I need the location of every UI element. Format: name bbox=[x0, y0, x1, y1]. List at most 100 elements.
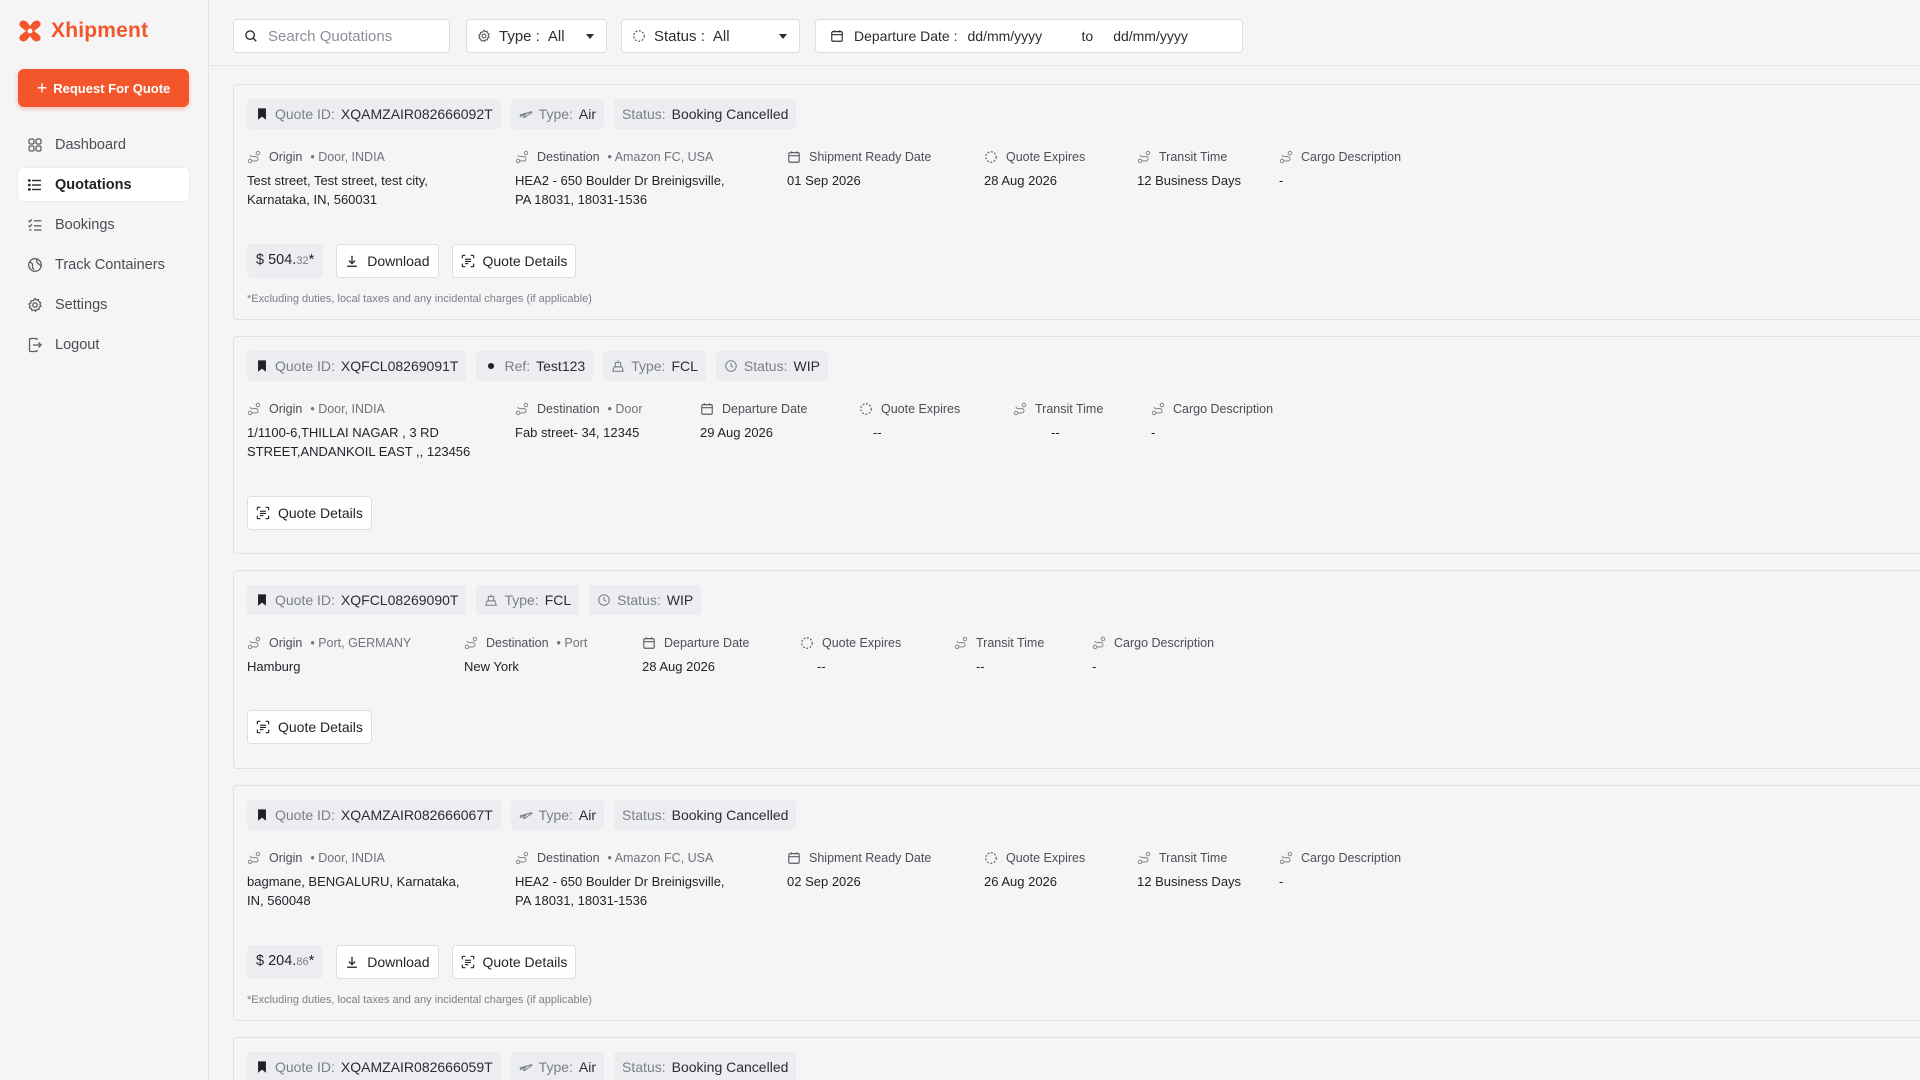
status-filter-label: Status : bbox=[654, 27, 705, 45]
price-asterisk: * bbox=[308, 953, 315, 969]
quote-expires-value: -- bbox=[873, 425, 882, 440]
origin-label: Origin bbox=[269, 402, 303, 416]
clock-icon bbox=[725, 360, 737, 372]
quote-card: Quote ID: XQFCL08269090T Type: FCL Statu… bbox=[233, 570, 1920, 769]
route-icon bbox=[247, 150, 261, 164]
type-label: Type: bbox=[538, 1059, 573, 1075]
date-range-separator: to bbox=[1081, 28, 1094, 44]
type-filter-value: All bbox=[547, 27, 565, 45]
sidebar-item-logout[interactable]: Logout bbox=[18, 328, 189, 361]
brand-logo[interactable]: Xhipment bbox=[17, 18, 148, 44]
status-label: Status: bbox=[622, 1059, 666, 1075]
request-for-quote-button[interactable]: + Request For Quote bbox=[18, 69, 189, 107]
ref-value: Test123 bbox=[536, 358, 586, 374]
cargo-description-field: Cargo Description - bbox=[1279, 850, 1401, 891]
dashed-circle-icon bbox=[985, 151, 997, 163]
transit-time-value: 12 Business Days bbox=[1137, 874, 1242, 889]
dashed-circle-icon bbox=[985, 852, 997, 864]
cargo-description-value: - bbox=[1279, 874, 1284, 889]
departure-date-from-input[interactable]: dd/mm/yyyy bbox=[968, 28, 1068, 44]
plus-icon: + bbox=[36, 78, 48, 98]
destination-subtype: • Door bbox=[607, 402, 643, 416]
type-filter-dropdown[interactable]: Type : All bbox=[466, 19, 607, 53]
quote-details-button[interactable]: Quote Details bbox=[451, 244, 577, 278]
departure-date-value: 29 Aug 2026 bbox=[700, 425, 774, 440]
quote-card: Quote ID: XQAMZAIR082666059T Type: Air S… bbox=[233, 1037, 1920, 1080]
route-icon bbox=[1279, 150, 1293, 164]
destination-subtype: • Port bbox=[556, 636, 588, 650]
shipment-ready-field: Shipment Ready Date 01 Sep 2026 bbox=[787, 149, 931, 190]
cargo-description-value: - bbox=[1279, 173, 1284, 188]
type-label: Type: bbox=[538, 807, 573, 823]
transit-time-label: Transit Time bbox=[1159, 150, 1228, 164]
download-button[interactable]: Download bbox=[336, 945, 439, 979]
destination-address-line: New York bbox=[464, 659, 519, 674]
departure-date-value: 28 Aug 2026 bbox=[642, 659, 716, 674]
quote-card-header: Quote ID: XQFCL08269090T Type: FCL Statu… bbox=[247, 585, 702, 615]
status-filter-dropdown[interactable]: Status : All bbox=[621, 19, 800, 53]
quote-id-value: XQAMZAIR082666092T bbox=[340, 106, 493, 122]
download-icon bbox=[347, 255, 358, 267]
airplane-icon bbox=[519, 1064, 533, 1072]
quote-details-button[interactable]: Quote Details bbox=[247, 496, 372, 530]
sidebar-item-label: Settings bbox=[55, 296, 108, 313]
price-main: $ 504. bbox=[256, 252, 297, 268]
quote-details-label: Quote Details bbox=[482, 954, 568, 970]
status-chip: Status: Booking Cancelled bbox=[614, 800, 797, 830]
transit-time-value: 12 Business Days bbox=[1137, 173, 1242, 188]
sidebar-item-label: Track Containers bbox=[55, 256, 165, 273]
sidebar-item-settings[interactable]: Settings bbox=[18, 288, 189, 321]
type-value: Air bbox=[578, 1059, 597, 1075]
sidebar-item-quotations[interactable]: Quotations bbox=[18, 168, 189, 201]
cargo-description-field: Cargo Description - bbox=[1151, 401, 1273, 442]
quote-id-chip: Quote ID: XQFCL08269091T bbox=[247, 351, 467, 381]
sidebar-item-label: Quotations bbox=[55, 176, 132, 193]
type-chip: Type: Air bbox=[510, 800, 605, 830]
destination-label: Destination bbox=[537, 402, 600, 416]
quote-details-label: Quote Details bbox=[278, 505, 363, 521]
quote-id-label: Quote ID: bbox=[275, 106, 335, 122]
destination-field: Destination • Amazon FC, USA HEA2 - 650 B… bbox=[515, 850, 725, 910]
quote-actions: $ 204. 86 * Download Quote Details bbox=[247, 945, 577, 979]
sidebar-item-bookings[interactable]: Bookings bbox=[18, 208, 189, 241]
status-chip: Status: WIP bbox=[715, 351, 828, 381]
status-chip: Status: WIP bbox=[589, 585, 702, 615]
cargo-description-label: Cargo Description bbox=[1301, 851, 1402, 865]
origin-label: Origin bbox=[269, 150, 303, 164]
sidebar-item-track-containers[interactable]: Track Containers bbox=[18, 248, 189, 281]
quote-expires-field: Quote Expires 26 Aug 2026 bbox=[984, 850, 1085, 891]
origin-field: Origin • Door, INDIA Test street, Test st… bbox=[247, 149, 428, 209]
quote-actions: Quote Details bbox=[247, 710, 372, 744]
destination-field: Destination • Amazon FC, USA HEA2 - 650 B… bbox=[515, 149, 725, 209]
route-icon bbox=[515, 851, 529, 865]
quote-details-button[interactable]: Quote Details bbox=[247, 710, 372, 744]
quote-id-chip: Quote ID: XQAMZAIR082666067T bbox=[247, 800, 501, 830]
quote-expires-label: Quote Expires bbox=[822, 636, 902, 650]
route-icon bbox=[1013, 402, 1027, 416]
status-chip: Status: Booking Cancelled bbox=[614, 1052, 797, 1080]
search-box[interactable] bbox=[233, 19, 450, 53]
quote-id-label: Quote ID: bbox=[275, 592, 335, 608]
airplane-icon bbox=[519, 111, 533, 119]
type-chip: Type: FCL bbox=[476, 585, 580, 615]
type-label: Type: bbox=[631, 358, 666, 374]
route-icon bbox=[1137, 150, 1151, 164]
sidebar-item-dashboard[interactable]: Dashboard bbox=[18, 128, 189, 161]
origin-subtype: • Door, INDIA bbox=[310, 402, 385, 416]
price-disclaimer: *Excluding duties, local taxes and any i… bbox=[247, 293, 592, 305]
shipment-ready-label: Shipment Ready Date bbox=[809, 851, 932, 865]
transit-time-label: Transit Time bbox=[976, 636, 1045, 650]
departure-date-field: Departure Date 28 Aug 2026 bbox=[642, 635, 749, 676]
quote-details-button[interactable]: Quote Details bbox=[451, 945, 577, 979]
quote-card: Quote ID: XQAMZAIR082666067T Type: Air S… bbox=[233, 785, 1920, 1021]
price-cents: 32 bbox=[296, 255, 309, 267]
transit-time-field: Transit Time 12 Business Days bbox=[1137, 149, 1241, 190]
departure-date-to-input[interactable]: dd/mm/yyyy bbox=[1113, 28, 1213, 44]
quote-expires-field: Quote Expires 28 Aug 2026 bbox=[984, 149, 1085, 190]
search-input[interactable] bbox=[268, 27, 438, 45]
cargo-description-value: - bbox=[1151, 425, 1156, 440]
transit-time-label: Transit Time bbox=[1159, 851, 1228, 865]
destination-subtype: • Amazon FC, USA bbox=[607, 150, 714, 164]
cargo-description-field: Cargo Description - bbox=[1092, 635, 1214, 676]
download-button[interactable]: Download bbox=[336, 244, 439, 278]
